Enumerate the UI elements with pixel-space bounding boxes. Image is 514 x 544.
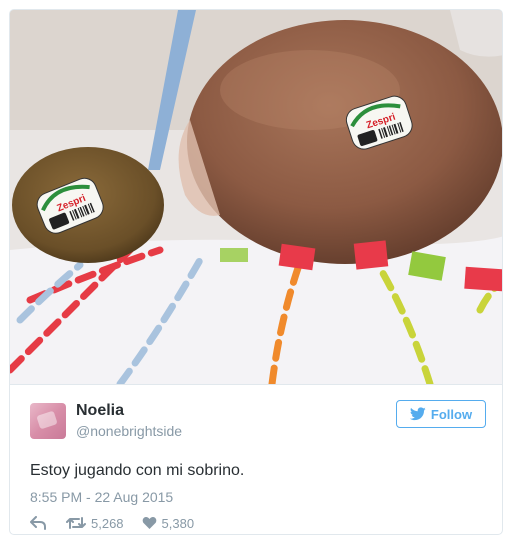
retweet-button[interactable]: 5,268 (66, 516, 124, 531)
tweet-text: Estoy jugando con mi sobrino. (30, 462, 245, 479)
tweet-photo[interactable]: Zespri Zespri (10, 10, 502, 384)
retweet-icon (66, 517, 86, 529)
tweet-actions: 5,268 5,380 (30, 513, 194, 533)
reply-icon (30, 516, 46, 530)
follow-button[interactable]: Follow (396, 400, 486, 428)
follow-label: Follow (430, 406, 473, 422)
twitter-bird-icon (409, 407, 426, 421)
kiwi-and-baby-photo: Zespri Zespri (10, 10, 502, 384)
retweet-count: 5,268 (91, 515, 124, 531)
user-name[interactable]: Noelia (76, 402, 124, 420)
reply-button[interactable] (30, 516, 46, 530)
avatar[interactable] (30, 403, 66, 439)
embedded-tweet-card: Zespri Zespri Noelia @nonebrightside Fol… (9, 9, 503, 535)
tweet-footer: Noelia @nonebrightside Follow Estoy juga… (10, 384, 502, 534)
heart-icon (142, 516, 156, 529)
tweet-timestamp[interactable]: 8:55 PM - 22 Aug 2015 (30, 489, 173, 505)
user-handle[interactable]: @nonebrightside (76, 423, 182, 439)
like-button[interactable]: 5,380 (142, 515, 195, 531)
like-count: 5,380 (161, 515, 195, 531)
